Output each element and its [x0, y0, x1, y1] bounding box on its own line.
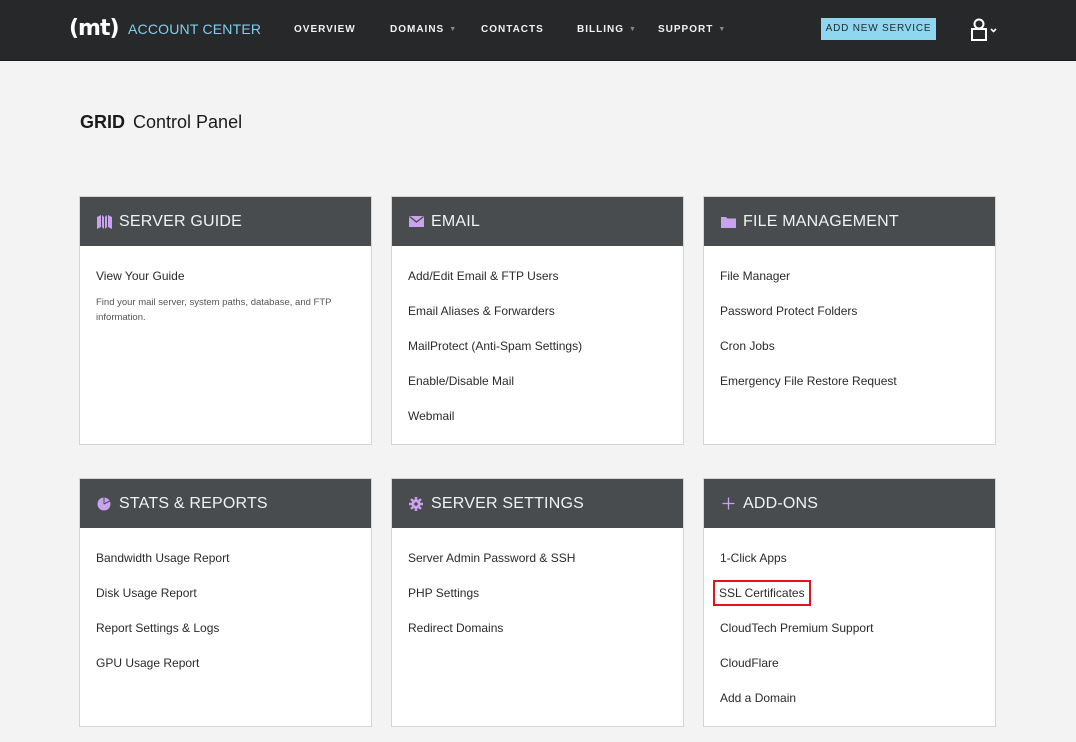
- gear-icon: [408, 496, 424, 512]
- email-aliases-forwarders-link[interactable]: Email Aliases & Forwarders: [408, 303, 667, 338]
- folder-icon: [720, 214, 736, 230]
- account-center-link[interactable]: ACCOUNT CENTER: [128, 21, 261, 37]
- ssl-certificates-row: SSL Certificates: [713, 580, 979, 620]
- nav-billing[interactable]: BILLING ▼: [577, 24, 637, 35]
- redirect-domains-link[interactable]: Redirect Domains: [408, 620, 667, 655]
- one-click-apps-link[interactable]: 1-Click Apps: [720, 550, 979, 585]
- nav-overview[interactable]: OVERVIEW: [294, 24, 356, 35]
- add-new-service-button[interactable]: ADD NEW SERVICE: [821, 18, 936, 40]
- file-manager-link[interactable]: File Manager: [720, 268, 979, 303]
- report-settings-logs-link[interactable]: Report Settings & Logs: [96, 620, 355, 655]
- card-header: EMAIL: [392, 197, 683, 246]
- caret-down-icon: ▼: [629, 26, 637, 33]
- nav-overview-label: OVERVIEW: [294, 24, 356, 35]
- user-menu-button[interactable]: [970, 17, 1000, 43]
- cloudflare-link[interactable]: CloudFlare: [720, 655, 979, 690]
- nav-support-label: SUPPORT: [658, 24, 714, 35]
- disk-usage-report-link[interactable]: Disk Usage Report: [96, 585, 355, 620]
- card-header: FILE MANAGEMENT: [704, 197, 995, 246]
- bandwidth-usage-report-link[interactable]: Bandwidth Usage Report: [96, 550, 355, 585]
- card-header: STATS & REPORTS: [80, 479, 371, 528]
- caret-down-icon: ▼: [449, 26, 458, 33]
- nav-contacts-label: CONTACTS: [481, 24, 544, 35]
- card-title: ADD-ONS: [743, 494, 819, 512]
- page-title-bold: GRID: [80, 112, 125, 132]
- card-server-settings: SERVER SETTINGS Server Admin Password & …: [391, 478, 684, 727]
- nav-domains[interactable]: DOMAINS ▼: [390, 24, 457, 35]
- webmail-link[interactable]: Webmail: [408, 408, 667, 443]
- card-title: STATS & REPORTS: [119, 494, 268, 512]
- card-title: FILE MANAGEMENT: [743, 212, 899, 230]
- card-add-ons: ADD-ONS 1-Click Apps SSL Certificates Cl…: [703, 478, 996, 727]
- nav-support[interactable]: SUPPORT ▼: [658, 24, 726, 35]
- card-header: ADD-ONS: [704, 479, 995, 528]
- page-title-rest: Control Panel: [133, 112, 243, 132]
- php-settings-link[interactable]: PHP Settings: [408, 585, 667, 620]
- top-navigation-bar: (mt) ACCOUNT CENTER OVERVIEW DOMAINS ▼ CO…: [0, 0, 1076, 61]
- card-title: SERVER SETTINGS: [431, 494, 584, 512]
- add-edit-email-ftp-users-link[interactable]: Add/Edit Email & FTP Users: [408, 268, 667, 303]
- caret-down-icon: ▼: [718, 26, 727, 33]
- cloudtech-premium-support-link[interactable]: CloudTech Premium Support: [720, 620, 979, 655]
- page-title: GRID Control Panel: [80, 112, 242, 133]
- server-admin-password-ssh-link[interactable]: Server Admin Password & SSH: [408, 550, 667, 585]
- card-server-guide: SERVER GUIDE View Your Guide Find your m…: [79, 196, 372, 445]
- emergency-file-restore-link[interactable]: Emergency File Restore Request: [720, 373, 979, 408]
- gpu-usage-report-link[interactable]: GPU Usage Report: [96, 655, 355, 690]
- card-file-management: FILE MANAGEMENT File Manager Password Pr…: [703, 196, 996, 445]
- nav-contacts[interactable]: CONTACTS: [481, 24, 544, 35]
- card-header: SERVER SETTINGS: [392, 479, 683, 528]
- user-icon: [971, 18, 997, 41]
- nav-domains-label: DOMAINS: [390, 24, 445, 35]
- map-icon: [96, 214, 112, 230]
- cron-jobs-link[interactable]: Cron Jobs: [720, 338, 979, 373]
- ssl-certificates-link[interactable]: SSL Certificates: [713, 580, 811, 606]
- mt-logo[interactable]: (mt): [69, 16, 120, 41]
- password-protect-folders-link[interactable]: Password Protect Folders: [720, 303, 979, 338]
- envelope-icon: [408, 214, 424, 230]
- pie-chart-icon: [96, 496, 112, 512]
- plus-icon: [720, 496, 736, 512]
- add-a-domain-link[interactable]: Add a Domain: [720, 690, 979, 725]
- enable-disable-mail-link[interactable]: Enable/Disable Mail: [408, 373, 667, 408]
- card-title: SERVER GUIDE: [119, 212, 243, 230]
- mailprotect-link[interactable]: MailProtect (Anti-Spam Settings): [408, 338, 667, 373]
- nav-billing-label: BILLING: [577, 24, 624, 35]
- card-email: EMAIL Add/Edit Email & FTP Users Email A…: [391, 196, 684, 445]
- card-stats-reports: STATS & REPORTS Bandwidth Usage Report D…: [79, 478, 372, 727]
- server-guide-description: Find your mail server, system paths, dat…: [96, 297, 332, 323]
- card-header: SERVER GUIDE: [80, 197, 371, 246]
- card-title: EMAIL: [431, 212, 481, 230]
